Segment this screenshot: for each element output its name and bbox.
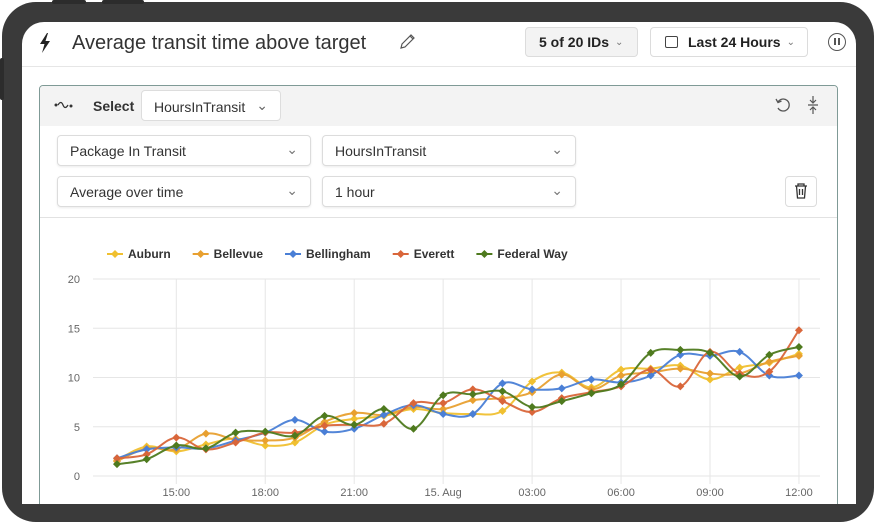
metric-select[interactable]: HoursInTransit ⌄ [141,90,281,121]
x-tick-label: 15:00 [163,487,191,499]
undo-icon[interactable] [774,96,792,114]
trend-line-icon [54,101,73,109]
x-tick-label: 21:00 [340,487,368,499]
pencil-icon[interactable] [398,33,416,51]
line-chart: 0 5 10 15 20 15:00 18:00 21:00 15. Aug 03:00 06:00… [68,247,820,499]
x-tick-label: 03:00 [518,487,546,499]
data-point [587,375,596,384]
data-point [676,345,685,354]
legend-marker [480,250,489,258]
data-point [498,387,507,396]
y-tick-label: 15 [68,323,80,335]
data-point [765,357,774,366]
data-point [468,390,477,399]
x-tick-label: 18:00 [251,487,279,499]
legend-marker [396,250,405,258]
collapse-icon[interactable] [806,95,820,115]
page-title: Average transit time above target [72,32,367,54]
screen: Average transit time above target 5 of 2… [22,22,856,504]
data-point [290,415,299,424]
trash-icon [795,183,807,199]
data-point [528,403,537,412]
metric-select-value: HoursInTransit [154,99,246,115]
legend-marker [111,250,119,258]
data-point [201,429,210,438]
data-point [172,433,181,442]
legend-label: Bellingham [306,247,371,261]
legend-label: Bellevue [214,247,264,261]
time-range-label: Last 24 Hours [688,34,781,50]
legend-label: Auburn [128,247,171,261]
property-dropdown[interactable]: HoursInTransit ⌄ [322,135,576,166]
device-top-button [102,0,144,4]
data-point [794,342,803,351]
data-point [794,371,803,380]
aggregation-dropdown[interactable]: Average over time ⌄ [57,176,311,207]
entity-dropdown[interactable]: Package In Transit ⌄ [57,135,311,166]
property-dropdown-value: HoursInTransit [335,143,427,159]
delete-button[interactable] [785,176,817,207]
device-top-button [52,0,86,4]
ids-selector-button[interactable]: 5 of 20 IDs ⌄ [525,27,638,57]
y-tick-label: 10 [68,373,80,385]
chevron-down-icon: ⌄ [551,141,563,157]
calendar-icon [665,36,678,48]
x-tick-label: 12:00 [785,487,813,499]
ids-selector-label: 5 of 20 IDs [539,34,610,50]
panel-toolbar: Select HoursInTransit ⌄ [40,86,837,126]
interval-dropdown[interactable]: 1 hour ⌄ [322,176,576,207]
entity-dropdown-value: Package In Transit [70,143,186,159]
device-side-button [0,58,4,100]
rule-header: Average transit time above target 5 of 2… [22,22,856,67]
chevron-down-icon: ⌄ [786,36,795,48]
legend-marker [289,250,298,258]
condition-panel: Select HoursInTransit ⌄ Package In Trans… [39,85,838,504]
legend-label: Everett [414,247,455,261]
interval-dropdown-value: 1 hour [335,184,375,200]
chevron-down-icon: ⌄ [615,36,624,48]
x-tick-label: 15. Aug [424,487,461,499]
data-point [439,409,448,418]
time-range-button[interactable]: Last 24 Hours ⌄ [650,27,808,57]
data-point [557,384,566,393]
chevron-down-icon: ⌄ [286,182,298,198]
x-tick-label: 09:00 [696,487,724,499]
data-point [735,347,744,356]
data-point [350,408,359,417]
legend-label: Federal Way [497,247,568,261]
data-point [320,411,329,420]
data-point [706,369,714,378]
data-point [231,428,240,437]
pause-icon[interactable] [828,33,846,51]
y-tick-label: 0 [74,471,80,483]
data-point [439,399,448,408]
data-point [261,436,270,445]
y-tick-label: 20 [68,274,80,286]
lightning-icon [40,33,50,53]
data-point [379,405,388,414]
series-line-auburn [116,352,800,462]
chevron-down-icon: ⌄ [286,141,298,157]
select-label: Select [93,98,135,114]
chevron-down-icon: ⌄ [256,97,268,113]
data-point [409,424,418,433]
y-tick-label: 5 [74,422,80,434]
data-point [617,371,626,380]
aggregation-dropdown-value: Average over time [70,184,184,200]
chevron-down-icon: ⌄ [551,182,563,198]
x-tick-label: 06:00 [607,487,635,499]
data-point [142,455,151,464]
legend-marker [196,250,205,258]
